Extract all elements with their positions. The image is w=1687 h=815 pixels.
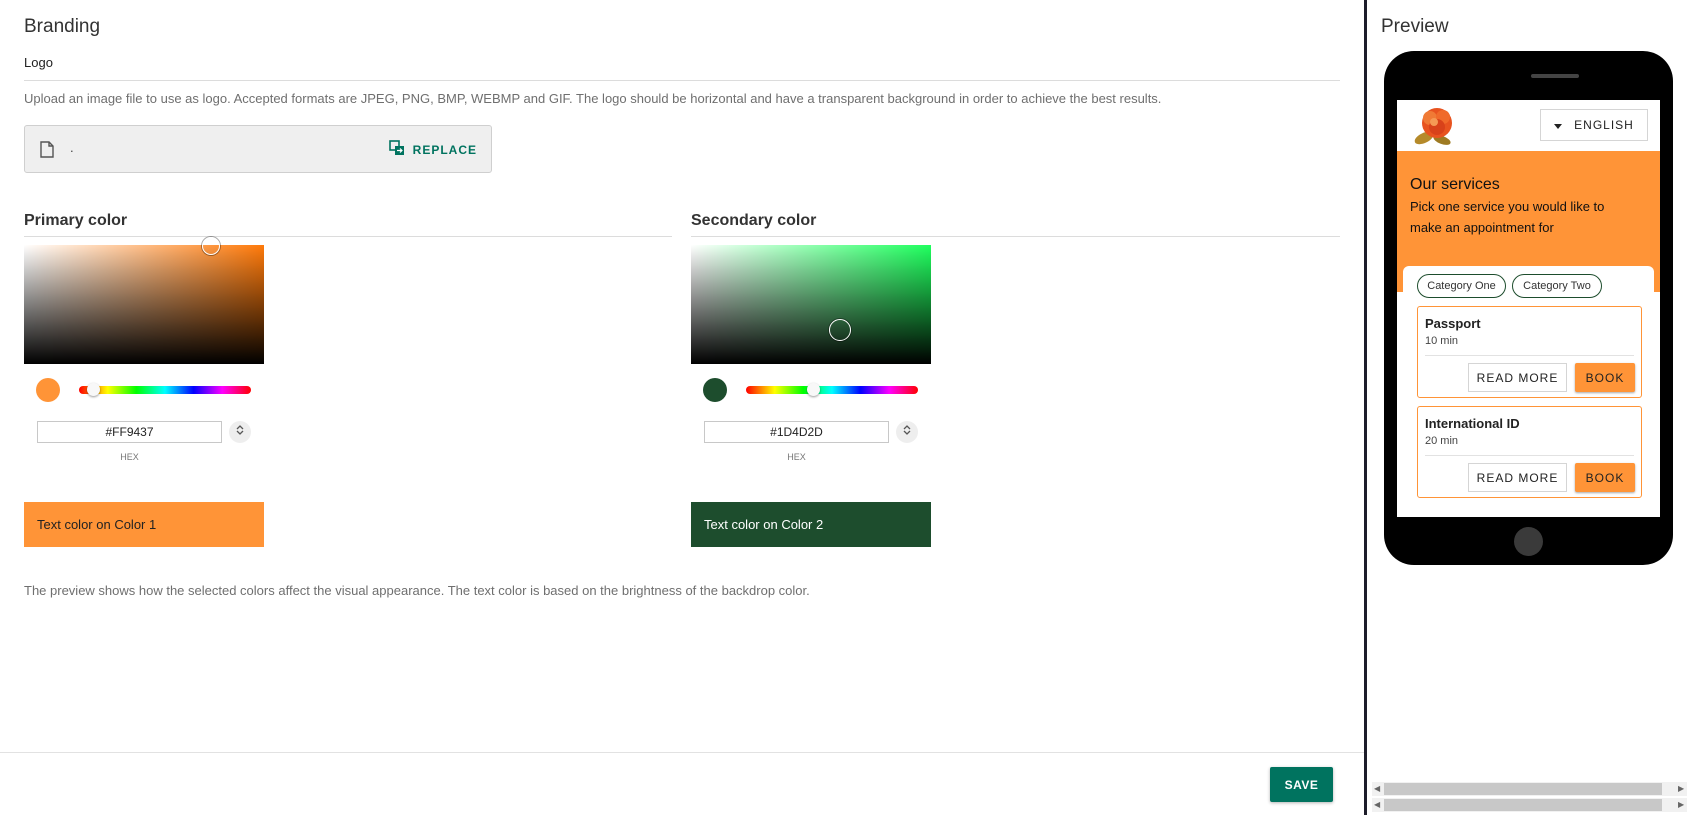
service-card-passport: Passport 10 min READ MORE BOOK	[1417, 306, 1642, 398]
file-icon	[40, 141, 54, 163]
category-chip-two[interactable]: Category Two	[1512, 274, 1602, 298]
horizontal-scrollbar-thumb-2[interactable]	[1384, 799, 1662, 811]
secondary-hue-knob[interactable]	[807, 383, 820, 396]
phone-speaker	[1531, 74, 1579, 78]
book-button[interactable]: BOOK	[1575, 463, 1635, 492]
scroll-left-icon[interactable]: ◀	[1374, 784, 1380, 793]
scroll-right-icon[interactable]: ▶	[1678, 800, 1684, 809]
logo-help-text: Upload an image file to use as logo. Acc…	[24, 91, 1162, 106]
secondary-hex-label: HEX	[787, 452, 806, 462]
save-button[interactable]: SAVE	[1270, 767, 1333, 802]
secondary-format-toggle[interactable]	[896, 421, 918, 443]
services-subtitle: Pick one service you would like to make …	[1410, 199, 1605, 235]
footer-divider	[0, 752, 1364, 753]
primary-text-sample: Text color on Color 1	[24, 502, 264, 547]
read-more-button[interactable]: READ MORE	[1468, 363, 1567, 392]
primary-picker-cursor[interactable]	[202, 237, 220, 255]
primary-hue-slider[interactable]	[79, 383, 251, 396]
service-card-international-id: International ID 20 min READ MORE BOOK	[1417, 406, 1642, 498]
unfold-icon	[902, 423, 912, 441]
primary-color-swatch	[36, 378, 60, 402]
phone-screen: ENGLISH Our services Pick one service yo…	[1397, 100, 1660, 517]
branding-panel: Branding Logo Upload an image file to us…	[0, 0, 1364, 815]
primary-divider	[24, 236, 672, 237]
read-more-button[interactable]: READ MORE	[1468, 463, 1567, 492]
service-name: Passport	[1425, 316, 1481, 331]
horizontal-scrollbar-thumb[interactable]	[1384, 783, 1662, 795]
category-chip-one[interactable]: Category One	[1417, 274, 1506, 298]
logo-label: Logo	[24, 55, 53, 70]
secondary-picker-cursor[interactable]	[829, 319, 851, 341]
replace-button[interactable]: REPLACE	[388, 140, 477, 159]
unfold-icon	[235, 423, 245, 441]
secondary-saturation-picker[interactable]	[691, 245, 931, 364]
flower-logo	[1410, 105, 1460, 152]
secondary-hue-slider[interactable]	[746, 383, 918, 396]
primary-sample-text: Text color on Color 1	[37, 517, 157, 532]
logo-upload-field[interactable]: . REPLACE	[24, 125, 492, 173]
primary-hex-input[interactable]	[37, 421, 222, 443]
secondary-color-swatch	[703, 378, 727, 402]
primary-saturation-picker[interactable]	[24, 237, 264, 364]
secondary-color-title: Secondary color	[691, 212, 817, 229]
preview-note: The preview shows how the selected color…	[24, 583, 810, 598]
secondary-text-sample: Text color on Color 2	[691, 502, 931, 547]
service-name: International ID	[1425, 416, 1520, 431]
preview-title: Preview	[1381, 16, 1449, 37]
phone-home-button	[1514, 527, 1543, 556]
primary-color-title: Primary color	[24, 212, 128, 229]
secondary-sample-text: Text color on Color 2	[704, 517, 824, 532]
secondary-hex-input[interactable]	[704, 421, 889, 443]
service-duration: 20 min	[1425, 435, 1459, 447]
primary-hue-knob[interactable]	[87, 383, 100, 396]
file-name: .	[70, 140, 74, 155]
primary-hex-label: HEX	[120, 452, 139, 462]
logo-divider	[24, 80, 1340, 81]
replace-label: REPLACE	[412, 142, 477, 157]
secondary-divider	[691, 236, 1340, 237]
scroll-left-icon[interactable]: ◀	[1374, 800, 1380, 809]
panel-divider	[1364, 0, 1367, 815]
language-label: ENGLISH	[1574, 118, 1634, 132]
service-duration: 10 min	[1425, 335, 1459, 347]
book-button[interactable]: BOOK	[1575, 363, 1635, 392]
service-divider	[1425, 355, 1634, 356]
replace-icon	[388, 140, 405, 159]
primary-format-toggle[interactable]	[229, 421, 251, 443]
services-title: Our services	[1410, 176, 1500, 193]
language-select[interactable]: ENGLISH	[1540, 109, 1648, 141]
page-title: Branding	[24, 16, 101, 37]
service-divider	[1425, 455, 1634, 456]
caret-down-icon	[1554, 118, 1563, 132]
scroll-right-icon[interactable]: ▶	[1678, 784, 1684, 793]
